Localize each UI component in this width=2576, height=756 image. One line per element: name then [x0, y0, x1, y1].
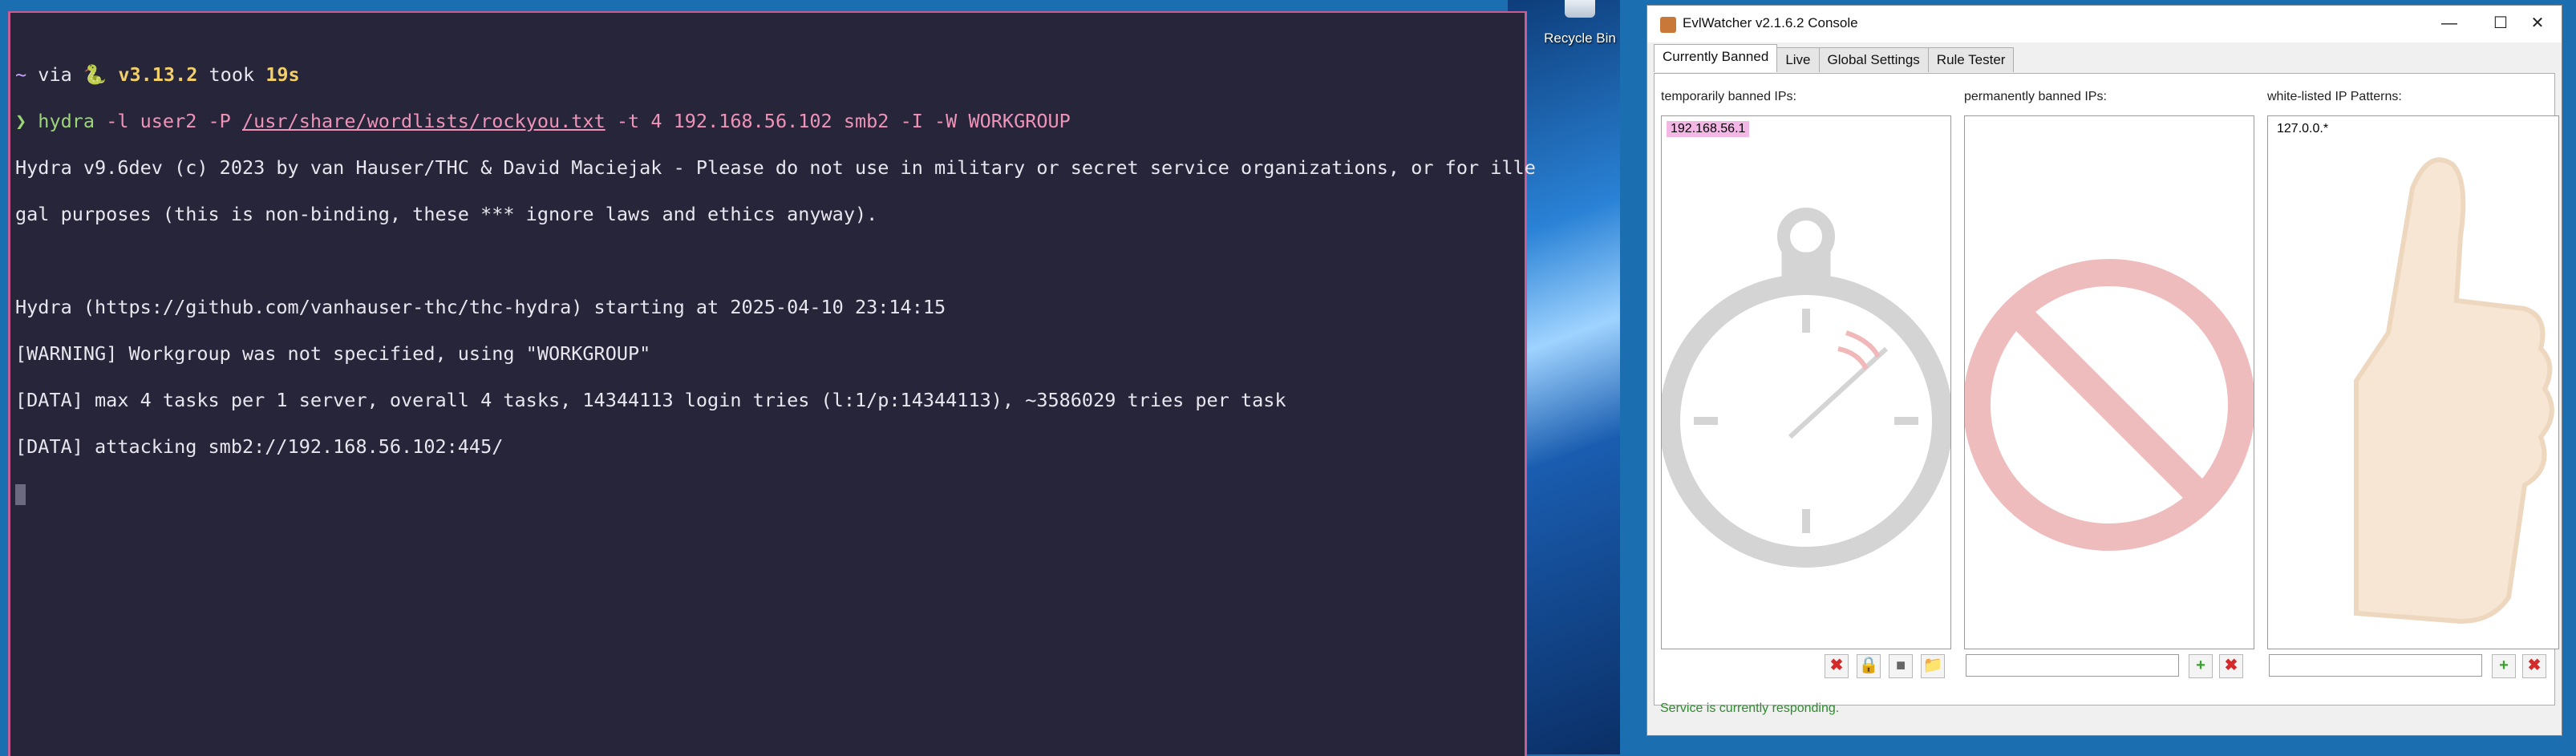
evlwatcher-window: EvlWatcher v2.1.6.2 Console — ☐ ✕ Curren… [1646, 5, 2562, 736]
recycle-bin-icon [1565, 0, 1595, 18]
currently-banned-panel: temporarily banned IPs: 192.168.56.1 ✖ 🔒… [1654, 73, 2559, 705]
tab-live[interactable]: Live [1776, 47, 1820, 72]
output-line: [DATA] max 4 tasks per 1 server, overall… [15, 389, 1286, 411]
add-whitelist-button[interactable]: + [2492, 654, 2516, 678]
terminal-output: ~ via 🐍 v3.13.2 took 19s ❯ hydra -l user… [15, 40, 1536, 552]
output-line: Hydra v9.6dev (c) 2023 by van Hauser/THC… [15, 156, 1536, 179]
save-icon[interactable]: ■ [1889, 654, 1913, 678]
minimize-button[interactable]: — [2425, 9, 2473, 38]
title-bar[interactable]: EvlWatcher v2.1.6.2 Console — ☐ ✕ [1647, 6, 2562, 42]
whitelist-label: white-listed IP Patterns: [2267, 90, 2402, 103]
tab-bar: Currently Banned Live Global Settings Ru… [1654, 44, 2015, 73]
tab-currently-banned[interactable]: Currently Banned [1654, 44, 1778, 72]
add-permanent-button[interactable]: + [2189, 654, 2213, 678]
command-line: ❯ hydra -l user2 -P /usr/share/wordlists… [15, 110, 1071, 132]
output-line: gal purposes (this is non-binding, these… [15, 203, 878, 225]
permanent-banned-label: permanently banned IPs: [1964, 90, 2107, 103]
temporary-banned-ip[interactable]: 192.168.56.1 [1667, 121, 1750, 137]
service-status: Service is currently responding. [1660, 701, 1840, 715]
temporary-banned-list[interactable]: 192.168.56.1 [1661, 115, 1951, 649]
tab-global-settings[interactable]: Global Settings [1818, 47, 1929, 72]
shell-prompt-line: ~ via 🐍 v3.13.2 took 19s [15, 63, 300, 86]
folder-icon[interactable]: 📁 [1921, 654, 1945, 678]
terminal-window[interactable]: ~ via 🐍 v3.13.2 took 19s ❯ hydra -l user… [8, 11, 1536, 756]
delete-icon[interactable]: ✖ [1825, 654, 1849, 678]
remove-permanent-button[interactable]: ✖ [2219, 654, 2243, 678]
whitelist-list[interactable]: 127.0.0.* [2267, 115, 2559, 649]
thumbs-up-icon [2354, 157, 2554, 625]
remove-whitelist-button[interactable]: ✖ [2522, 654, 2546, 678]
terminal-cursor [15, 483, 26, 505]
evlwatcher-app-icon [1660, 17, 1676, 33]
temporary-banned-label: temporarily banned IPs: [1661, 90, 1796, 103]
recycle-bin-label: Recycle Bin [1544, 30, 1616, 46]
output-line: [DATA] attacking smb2://192.168.56.102:4… [15, 435, 504, 458]
tab-rule-tester[interactable]: Rule Tester [1927, 47, 2015, 72]
permanent-ip-input[interactable] [1966, 654, 2179, 677]
ban-icon [1965, 259, 2254, 551]
recycle-bin[interactable]: Recycle Bin [1540, 0, 1620, 46]
wordlist-path[interactable]: /usr/share/wordlists/rockyou.txt [242, 110, 606, 132]
close-button[interactable]: ✕ [2513, 9, 2562, 38]
whitelist-pattern[interactable]: 127.0.0.* [2273, 121, 2332, 137]
output-line: [WARNING] Workgroup was not specified, u… [15, 342, 651, 365]
permanent-banned-list[interactable] [1964, 115, 2254, 649]
window-title: EvlWatcher v2.1.6.2 Console [1683, 15, 1858, 30]
lock-icon[interactable]: 🔒 [1857, 654, 1881, 678]
whitelist-input[interactable] [2269, 654, 2482, 677]
python-icon: 🐍 [83, 63, 107, 86]
stopwatch-icon [1662, 208, 1950, 568]
output-line: Hydra (https://github.com/vanhauser-thc/… [15, 296, 946, 318]
